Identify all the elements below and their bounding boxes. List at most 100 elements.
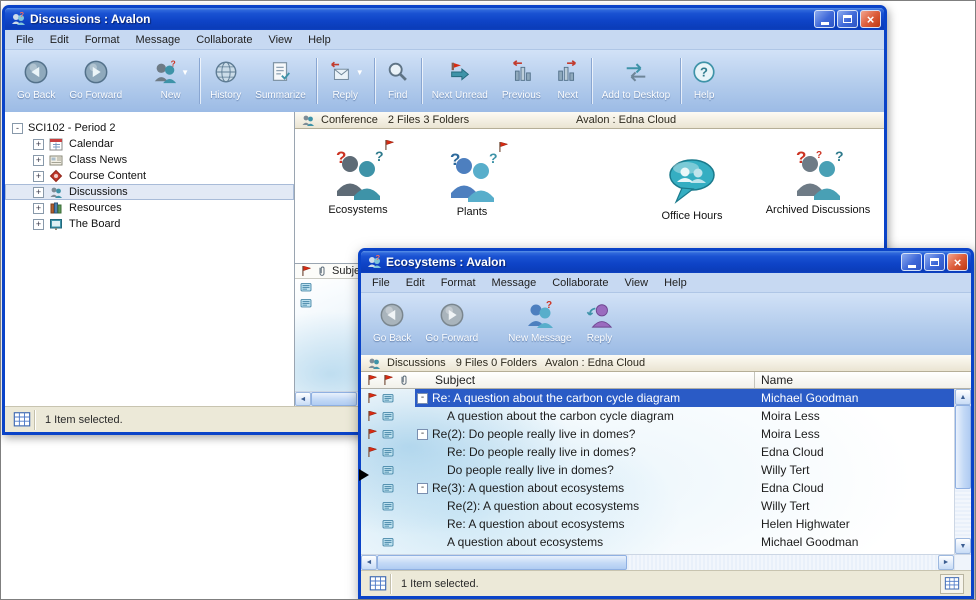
collapse-expander[interactable]: -: [417, 429, 428, 440]
next-icon: [555, 59, 581, 85]
history-icon: [213, 59, 239, 85]
message-row[interactable]: Do people really live in domes?Willy Ter…: [361, 461, 954, 479]
menu-file[interactable]: File: [8, 31, 42, 49]
menu-edit[interactable]: Edit: [42, 31, 77, 49]
scroll-left-button[interactable]: ◄: [295, 392, 311, 406]
scroll-right-button[interactable]: ►: [938, 555, 954, 570]
go-forward-button[interactable]: Go Forward: [418, 296, 485, 352]
add-to-desktop-button[interactable]: Add to Desktop: [595, 53, 677, 109]
name-text: Helen Highwater: [755, 515, 954, 533]
titlebar[interactable]: ? Discussions : Avalon ×: [5, 8, 884, 30]
help-button[interactable]: ? Help: [684, 53, 724, 109]
svg-text:?: ?: [796, 149, 806, 167]
collapse-expander[interactable]: -: [417, 483, 428, 494]
expand-box[interactable]: +: [33, 219, 44, 230]
expand-box[interactable]: +: [33, 139, 44, 150]
summarize-button[interactable]: Summarize: [248, 53, 313, 109]
expand-box[interactable]: +: [33, 187, 44, 198]
conference-item-plants[interactable]: ?? Plants: [407, 145, 537, 218]
toolbar-separator: [591, 58, 592, 104]
next-button[interactable]: Next: [548, 53, 588, 109]
ecosystems-window-icon: ?: [366, 254, 382, 270]
next-unread-button[interactable]: Next Unread: [425, 53, 495, 109]
menu-format[interactable]: Format: [77, 31, 128, 49]
expand-box[interactable]: +: [33, 203, 44, 214]
titlebar[interactable]: ? Ecosystems : Avalon ×: [361, 251, 971, 273]
flag-column-icon[interactable]: [300, 265, 312, 277]
expand-box[interactable]: +: [33, 155, 44, 166]
vertical-scrollbar[interactable]: ▲ ▼: [954, 389, 971, 554]
message-row[interactable]: Re: A question about ecosystemsHelen Hig…: [361, 515, 954, 533]
message-column-icon[interactable]: [382, 374, 394, 386]
message-row[interactable]: Re: Do people really live in domes?Edna …: [361, 443, 954, 461]
tree-item-class-news[interactable]: + Class News: [5, 152, 294, 168]
minimize-button[interactable]: [901, 253, 922, 271]
toolbar-separator: [316, 58, 317, 104]
scrollbar-thumb[interactable]: [955, 405, 971, 489]
tree-item-calendar[interactable]: + Calendar: [5, 136, 294, 152]
subject-text: Re: A question about the carbon cycle di…: [432, 389, 680, 407]
scroll-down-button[interactable]: ▼: [955, 538, 971, 554]
tree-item-course-content[interactable]: + Course Content: [5, 168, 294, 184]
discussions-header: Discussions 9 Files 0 Folders Avalon : E…: [361, 355, 971, 372]
tree-item-resources[interactable]: + Resources: [5, 200, 294, 216]
message-row[interactable]: Re(2): A question about ecosystemsWilly …: [361, 497, 954, 515]
scrollbar-thumb[interactable]: [377, 555, 627, 570]
reply-button[interactable]: Reply: [579, 296, 621, 352]
flag-column-icon[interactable]: [366, 374, 378, 386]
message-row[interactable]: -Re(2): Do people really live in domes?M…: [361, 425, 954, 443]
minimize-button[interactable]: [814, 10, 835, 28]
conference-item-archived-discussions[interactable]: ??? Archived Discussions: [753, 143, 883, 216]
tree-item-the-board[interactable]: + The Board: [5, 216, 294, 232]
menu-view[interactable]: View: [260, 31, 300, 49]
history-button[interactable]: History: [203, 53, 248, 109]
go-forward-button[interactable]: Go Forward: [62, 53, 129, 109]
conference-item-ecosystems[interactable]: ?? Ecosystems: [293, 143, 423, 216]
close-button[interactable]: ×: [860, 10, 881, 28]
expand-box[interactable]: +: [33, 171, 44, 182]
collapse-box[interactable]: -: [12, 123, 23, 134]
find-button[interactable]: Find: [378, 53, 418, 109]
scrollbar-thumb[interactable]: [311, 392, 357, 406]
tree-label: The Board: [69, 218, 120, 230]
view-grid-icon[interactable]: [9, 410, 35, 430]
collapse-expander[interactable]: -: [417, 393, 428, 404]
conference-item-office-hours[interactable]: Office Hours: [627, 149, 757, 222]
menu-edit[interactable]: Edit: [398, 274, 433, 292]
scroll-left-button[interactable]: ◄: [361, 555, 377, 570]
attachment-column-icon[interactable]: [398, 374, 410, 386]
reply-button[interactable]: ▼ Reply: [320, 53, 371, 109]
menu-file[interactable]: File: [364, 274, 398, 292]
subject-column-header[interactable]: Subject: [415, 372, 755, 388]
svg-text:?: ?: [375, 149, 384, 164]
previous-button[interactable]: Previous: [495, 53, 548, 109]
menu-format[interactable]: Format: [433, 274, 484, 292]
new-button[interactable]: ?▼ New: [145, 53, 196, 109]
menu-collaborate[interactable]: Collaborate: [188, 31, 260, 49]
go-forward-icon: [83, 59, 109, 85]
view-grid-icon[interactable]: [365, 574, 391, 594]
new-message-button[interactable]: ? New Message: [501, 296, 578, 352]
message-row[interactable]: A question about the carbon cycle diagra…: [361, 407, 954, 425]
message-row[interactable]: -Re: A question about the carbon cycle d…: [361, 389, 954, 407]
menu-collaborate[interactable]: Collaborate: [544, 274, 616, 292]
tree-item-discussions[interactable]: + Discussions: [5, 184, 294, 200]
grid-view-toggle-icon[interactable]: [940, 574, 964, 594]
go-back-button[interactable]: Go Back: [366, 296, 418, 352]
tree-item-sci102[interactable]: - SCI102 - Period 2: [5, 120, 294, 136]
menu-message[interactable]: Message: [128, 31, 189, 49]
go-back-button[interactable]: Go Back: [10, 53, 62, 109]
maximize-button[interactable]: [837, 10, 858, 28]
message-row[interactable]: -Re(3): A question about ecosystemsEdna …: [361, 479, 954, 497]
name-column-header[interactable]: Name: [755, 373, 971, 387]
scroll-up-button[interactable]: ▲: [955, 389, 971, 405]
maximize-button[interactable]: [924, 253, 945, 271]
menu-message[interactable]: Message: [484, 274, 545, 292]
close-button[interactable]: ×: [947, 253, 968, 271]
horizontal-scrollbar[interactable]: ◄ ►: [361, 554, 954, 570]
attachment-column-icon[interactable]: [316, 265, 328, 277]
menu-help[interactable]: Help: [300, 31, 339, 49]
menu-help[interactable]: Help: [656, 274, 695, 292]
message-row[interactable]: A question about ecosystemsMichael Goodm…: [361, 533, 954, 551]
current-row-marker: [359, 469, 369, 481]
